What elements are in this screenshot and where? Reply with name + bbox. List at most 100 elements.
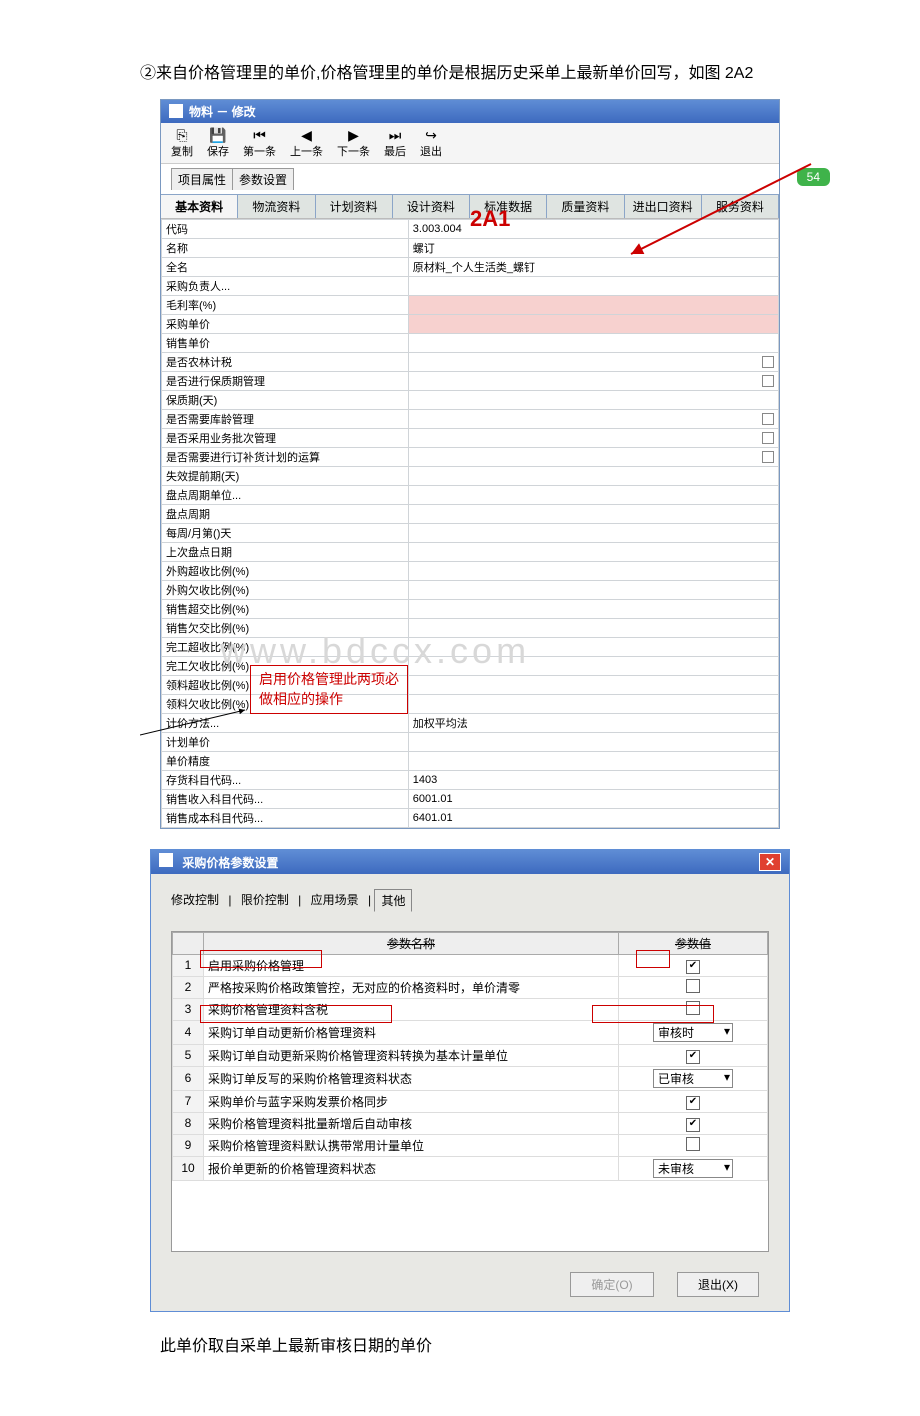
- prop-label: 全名: [162, 257, 409, 276]
- toolbar-label: 复制: [171, 143, 193, 159]
- sub-tab-7[interactable]: 服务资料: [702, 194, 779, 218]
- window1-title: 物料 － 修改: [189, 103, 256, 120]
- prop-value[interactable]: [408, 447, 778, 466]
- toolbtn-0[interactable]: ⎘复制: [171, 127, 193, 159]
- checkbox[interactable]: [686, 960, 700, 974]
- settings-tab-1[interactable]: 限价控制: [235, 889, 295, 910]
- toolbar-icon: ↪: [425, 127, 437, 143]
- prop-value[interactable]: 螺订: [408, 238, 778, 257]
- prop-value[interactable]: [408, 732, 778, 751]
- checkbox[interactable]: [686, 1096, 700, 1110]
- prop-value[interactable]: [408, 428, 778, 447]
- prop-value[interactable]: [408, 542, 778, 561]
- tabs2: 修改控制 | 限价控制 | 应用场景 | 其他: [151, 874, 789, 911]
- prop-label: 盘点周期: [162, 504, 409, 523]
- close-button[interactable]: ✕: [759, 853, 781, 871]
- prop-value[interactable]: [408, 276, 778, 295]
- sub-tab-1[interactable]: 物流资料: [238, 194, 315, 218]
- prop-label: 毛利率(%): [162, 295, 409, 314]
- checkbox[interactable]: [686, 1137, 700, 1151]
- checkbox[interactable]: [686, 1001, 700, 1015]
- settings-tab-0[interactable]: 修改控制: [165, 889, 225, 910]
- prop-value[interactable]: 原材料_个人生活类_螺钉: [408, 257, 778, 276]
- prop-value[interactable]: [408, 485, 778, 504]
- prop-value[interactable]: [408, 561, 778, 580]
- toolbtn-5[interactable]: ⏭最后: [384, 127, 406, 159]
- checkbox[interactable]: [686, 1050, 700, 1064]
- prop-value[interactable]: [408, 751, 778, 770]
- toolbtn-4[interactable]: ▶下一条: [337, 127, 370, 159]
- checkbox-icon[interactable]: [762, 432, 774, 444]
- toolbar-label: 保存: [207, 143, 229, 159]
- prop-value[interactable]: [408, 314, 778, 333]
- checkbox[interactable]: [686, 1118, 700, 1132]
- prop-value[interactable]: 加权平均法: [408, 713, 778, 732]
- exit-button[interactable]: 退出(X): [677, 1272, 759, 1297]
- top-tab-1[interactable]: 参数设置: [232, 168, 294, 190]
- param-value[interactable]: [619, 1134, 768, 1156]
- prop-value[interactable]: [408, 694, 778, 713]
- param-name: 采购价格管理资料批量新增后自动审核: [204, 1112, 619, 1134]
- prop-value[interactable]: [408, 504, 778, 523]
- dropdown[interactable]: 未审核: [653, 1159, 733, 1178]
- param-value[interactable]: [619, 998, 768, 1020]
- toolbar-label: 第一条: [243, 143, 276, 159]
- prop-value[interactable]: [408, 599, 778, 618]
- param-value[interactable]: [619, 976, 768, 998]
- prop-value[interactable]: 3.003.004: [408, 219, 778, 238]
- param-value[interactable]: [619, 1090, 768, 1112]
- checkbox-icon[interactable]: [762, 413, 774, 425]
- param-value[interactable]: 未审核: [619, 1156, 768, 1180]
- checkbox[interactable]: [686, 979, 700, 993]
- annotation-arrow-icon: [140, 690, 250, 740]
- prop-value[interactable]: [408, 390, 778, 409]
- prop-value[interactable]: [408, 523, 778, 542]
- prop-value[interactable]: [408, 295, 778, 314]
- checkbox-icon[interactable]: [762, 375, 774, 387]
- prop-value[interactable]: [408, 371, 778, 390]
- sub-tab-6[interactable]: 进出口资料: [625, 194, 702, 218]
- ok-button[interactable]: 确定(O): [570, 1272, 653, 1297]
- toolbtn-1[interactable]: 💾保存: [207, 127, 229, 159]
- sub-tab-3[interactable]: 设计资料: [393, 194, 470, 218]
- settings-tab-3[interactable]: 其他: [374, 889, 412, 912]
- prop-label: 是否采用业务批次管理: [162, 428, 409, 447]
- dropdown[interactable]: 审核时: [653, 1023, 733, 1042]
- sub-tab-2[interactable]: 计划资料: [316, 194, 393, 218]
- prop-value[interactable]: [408, 466, 778, 485]
- param-value[interactable]: 审核时: [619, 1020, 768, 1044]
- toolbtn-2[interactable]: ⏮第一条: [243, 127, 276, 159]
- sub-tab-0[interactable]: 基本资料: [161, 194, 238, 218]
- prop-value[interactable]: 6401.01: [408, 808, 778, 827]
- toolbar-label: 退出: [420, 143, 442, 159]
- prop-value[interactable]: [408, 656, 778, 675]
- param-value[interactable]: [619, 954, 768, 976]
- param-value[interactable]: [619, 1044, 768, 1066]
- prop-value[interactable]: [408, 675, 778, 694]
- prop-label: 单价精度: [162, 751, 409, 770]
- prop-label: 是否农林计税: [162, 352, 409, 371]
- toolbar-icon: ⏮: [253, 127, 266, 143]
- prop-value[interactable]: [408, 333, 778, 352]
- prop-value[interactable]: 1403: [408, 770, 778, 789]
- prop-value[interactable]: 6001.01: [408, 789, 778, 808]
- settings-tab-2[interactable]: 应用场景: [305, 889, 365, 910]
- param-value[interactable]: 已审核: [619, 1066, 768, 1090]
- toolbar-icon: ◀: [301, 127, 312, 143]
- prop-label: 是否进行保质期管理: [162, 371, 409, 390]
- toolbtn-6[interactable]: ↪退出: [420, 127, 442, 159]
- prop-label: 失效提前期(天): [162, 466, 409, 485]
- dropdown[interactable]: 已审核: [653, 1069, 733, 1088]
- top-tab-0[interactable]: 项目属性: [171, 168, 233, 190]
- sub-tab-5[interactable]: 质量资料: [547, 194, 624, 218]
- prop-value[interactable]: [408, 352, 778, 371]
- toolbtn-3[interactable]: ◀上一条: [290, 127, 323, 159]
- prop-value[interactable]: [408, 409, 778, 428]
- param-name: 采购价格管理资料含税: [204, 998, 619, 1020]
- prop-value[interactable]: [408, 618, 778, 637]
- checkbox-icon[interactable]: [762, 451, 774, 463]
- checkbox-icon[interactable]: [762, 356, 774, 368]
- prop-value[interactable]: [408, 637, 778, 656]
- prop-value[interactable]: [408, 580, 778, 599]
- param-value[interactable]: [619, 1112, 768, 1134]
